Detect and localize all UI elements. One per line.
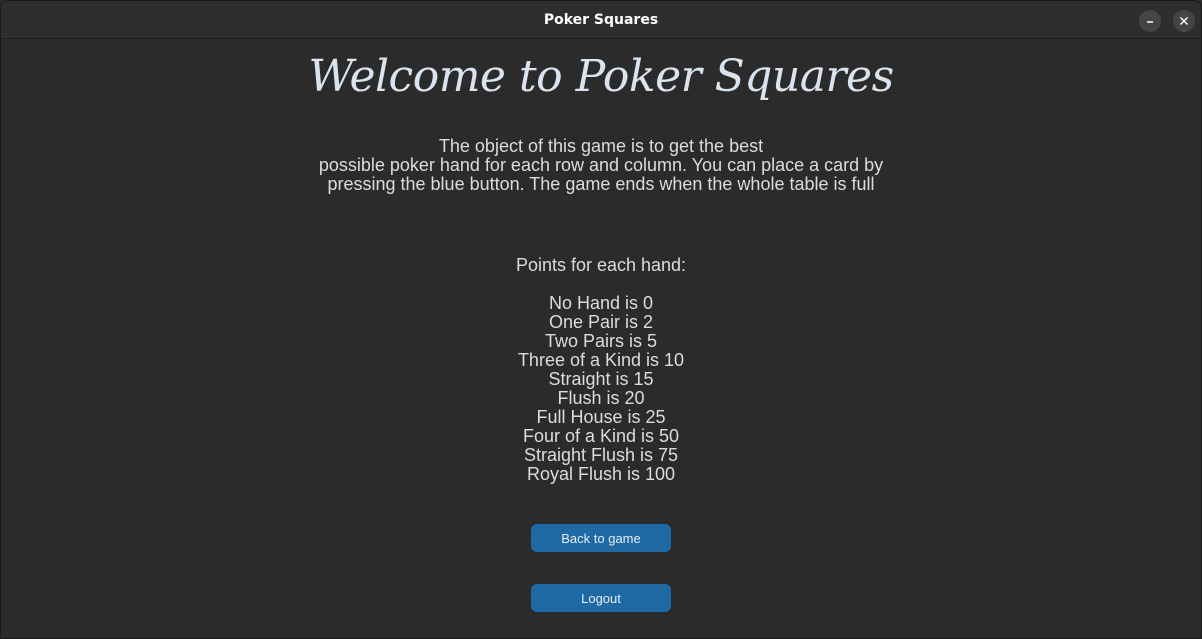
main-content: Welcome to Poker Squares The object of t… — [1, 39, 1201, 638]
minimize-button[interactable] — [1139, 10, 1161, 32]
points-item: Straight Flush is 75 — [523, 445, 679, 465]
points-title: Points for each hand: — [515, 255, 687, 275]
points-item: Three of a Kind is 10 — [517, 350, 685, 370]
close-button[interactable] — [1173, 10, 1195, 32]
description-line: pressing the blue button. The game ends … — [327, 174, 875, 194]
description-line: possible poker hand for each row and col… — [318, 155, 884, 175]
title-bar[interactable]: Poker Squares — [1, 1, 1201, 39]
points-item: One Pair is 2 — [548, 312, 654, 332]
description-line: The object of this game is to get the be… — [438, 136, 764, 156]
points-item: Royal Flush is 100 — [526, 464, 676, 484]
logout-button[interactable]: Logout — [531, 584, 671, 612]
points-item: Flush is 20 — [557, 388, 645, 408]
app-window: Poker Squares Welcome to Poker Squares T… — [0, 0, 1202, 639]
points-list: No Hand is 0 One Pair is 2 Two Pairs is … — [1, 294, 1201, 484]
points-item: Two Pairs is 5 — [544, 331, 658, 351]
close-icon — [1180, 17, 1188, 25]
back-to-game-button[interactable]: Back to game — [531, 524, 671, 552]
points-item: Full House is 25 — [536, 407, 666, 427]
points-item: No Hand is 0 — [548, 293, 654, 313]
window-title: Poker Squares — [543, 12, 659, 28]
page-title: Welcome to Poker Squares — [308, 51, 894, 102]
game-description: The object of this game is to get the be… — [1, 137, 1201, 194]
points-item: Straight is 15 — [548, 369, 654, 389]
points-item: Four of a Kind is 50 — [522, 426, 680, 446]
minimize-icon — [1147, 21, 1153, 23]
